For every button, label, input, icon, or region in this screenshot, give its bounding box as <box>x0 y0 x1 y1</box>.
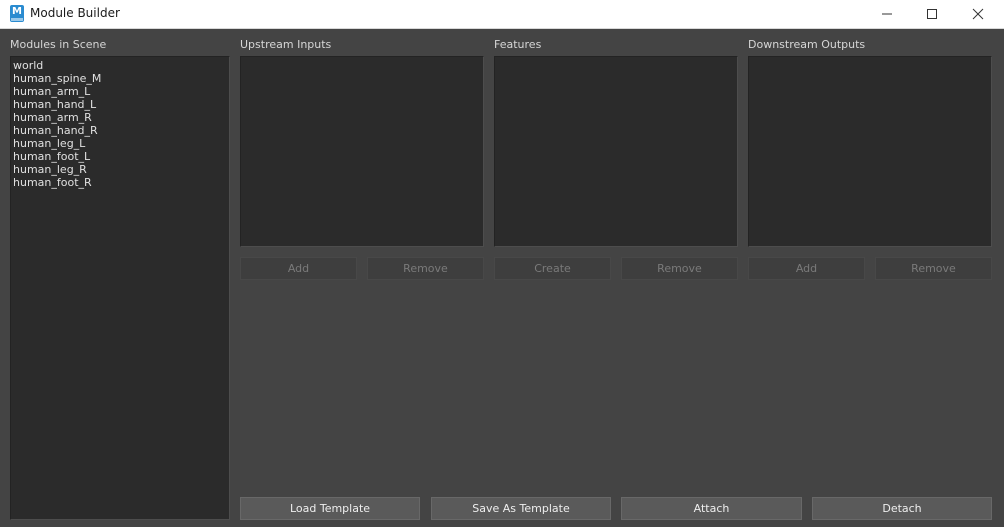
upstream-add-button[interactable]: Add <box>240 257 357 280</box>
module-list-item[interactable]: human_arm_R <box>13 111 229 124</box>
module-list-item[interactable]: human_foot_R <box>13 176 229 189</box>
app-icon-letter: M <box>12 6 22 17</box>
module-list-item[interactable]: human_hand_L <box>13 98 229 111</box>
upstream-label: Upstream Inputs <box>240 38 332 51</box>
features-list[interactable] <box>494 56 738 247</box>
load-template-button[interactable]: Load Template <box>240 497 420 520</box>
module-list-item[interactable]: human_spine_M <box>13 72 229 85</box>
maximize-button[interactable] <box>909 0 955 29</box>
downstream-outputs-list[interactable] <box>748 56 992 247</box>
upstream-remove-button[interactable]: Remove <box>367 257 484 280</box>
detach-button[interactable]: Detach <box>812 497 992 520</box>
module-list-item[interactable]: human_hand_R <box>13 124 229 137</box>
minimize-icon <box>882 13 892 15</box>
module-list-item[interactable]: human_leg_R <box>13 163 229 176</box>
minimize-button[interactable] <box>864 0 910 29</box>
close-icon <box>972 8 984 20</box>
modules-list[interactable]: world human_spine_M human_arm_L human_hand_… <box>10 56 230 520</box>
features-create-button[interactable]: Create <box>494 257 611 280</box>
maximize-icon <box>927 9 937 19</box>
upstream-inputs-list[interactable] <box>240 56 484 247</box>
module-list-item[interactable]: human_arm_L <box>13 85 229 98</box>
features-label: Features <box>494 38 542 51</box>
downstream-label: Downstream Outputs <box>748 38 866 51</box>
modules-label: Modules in Scene <box>10 38 107 51</box>
window-title: Module Builder <box>30 6 120 20</box>
maya-app-icon: M <box>10 5 24 22</box>
title-bar: M Module Builder <box>0 0 1004 29</box>
features-remove-button[interactable]: Remove <box>621 257 738 280</box>
save-as-template-button[interactable]: Save As Template <box>431 497 611 520</box>
module-list-item[interactable]: human_foot_L <box>13 150 229 163</box>
attach-button[interactable]: Attach <box>621 497 802 520</box>
module-list-item[interactable]: world <box>13 59 229 72</box>
downstream-add-button[interactable]: Add <box>748 257 865 280</box>
module-list-item[interactable]: human_leg_L <box>13 137 229 150</box>
downstream-remove-button[interactable]: Remove <box>875 257 992 280</box>
close-button[interactable] <box>955 0 1001 29</box>
